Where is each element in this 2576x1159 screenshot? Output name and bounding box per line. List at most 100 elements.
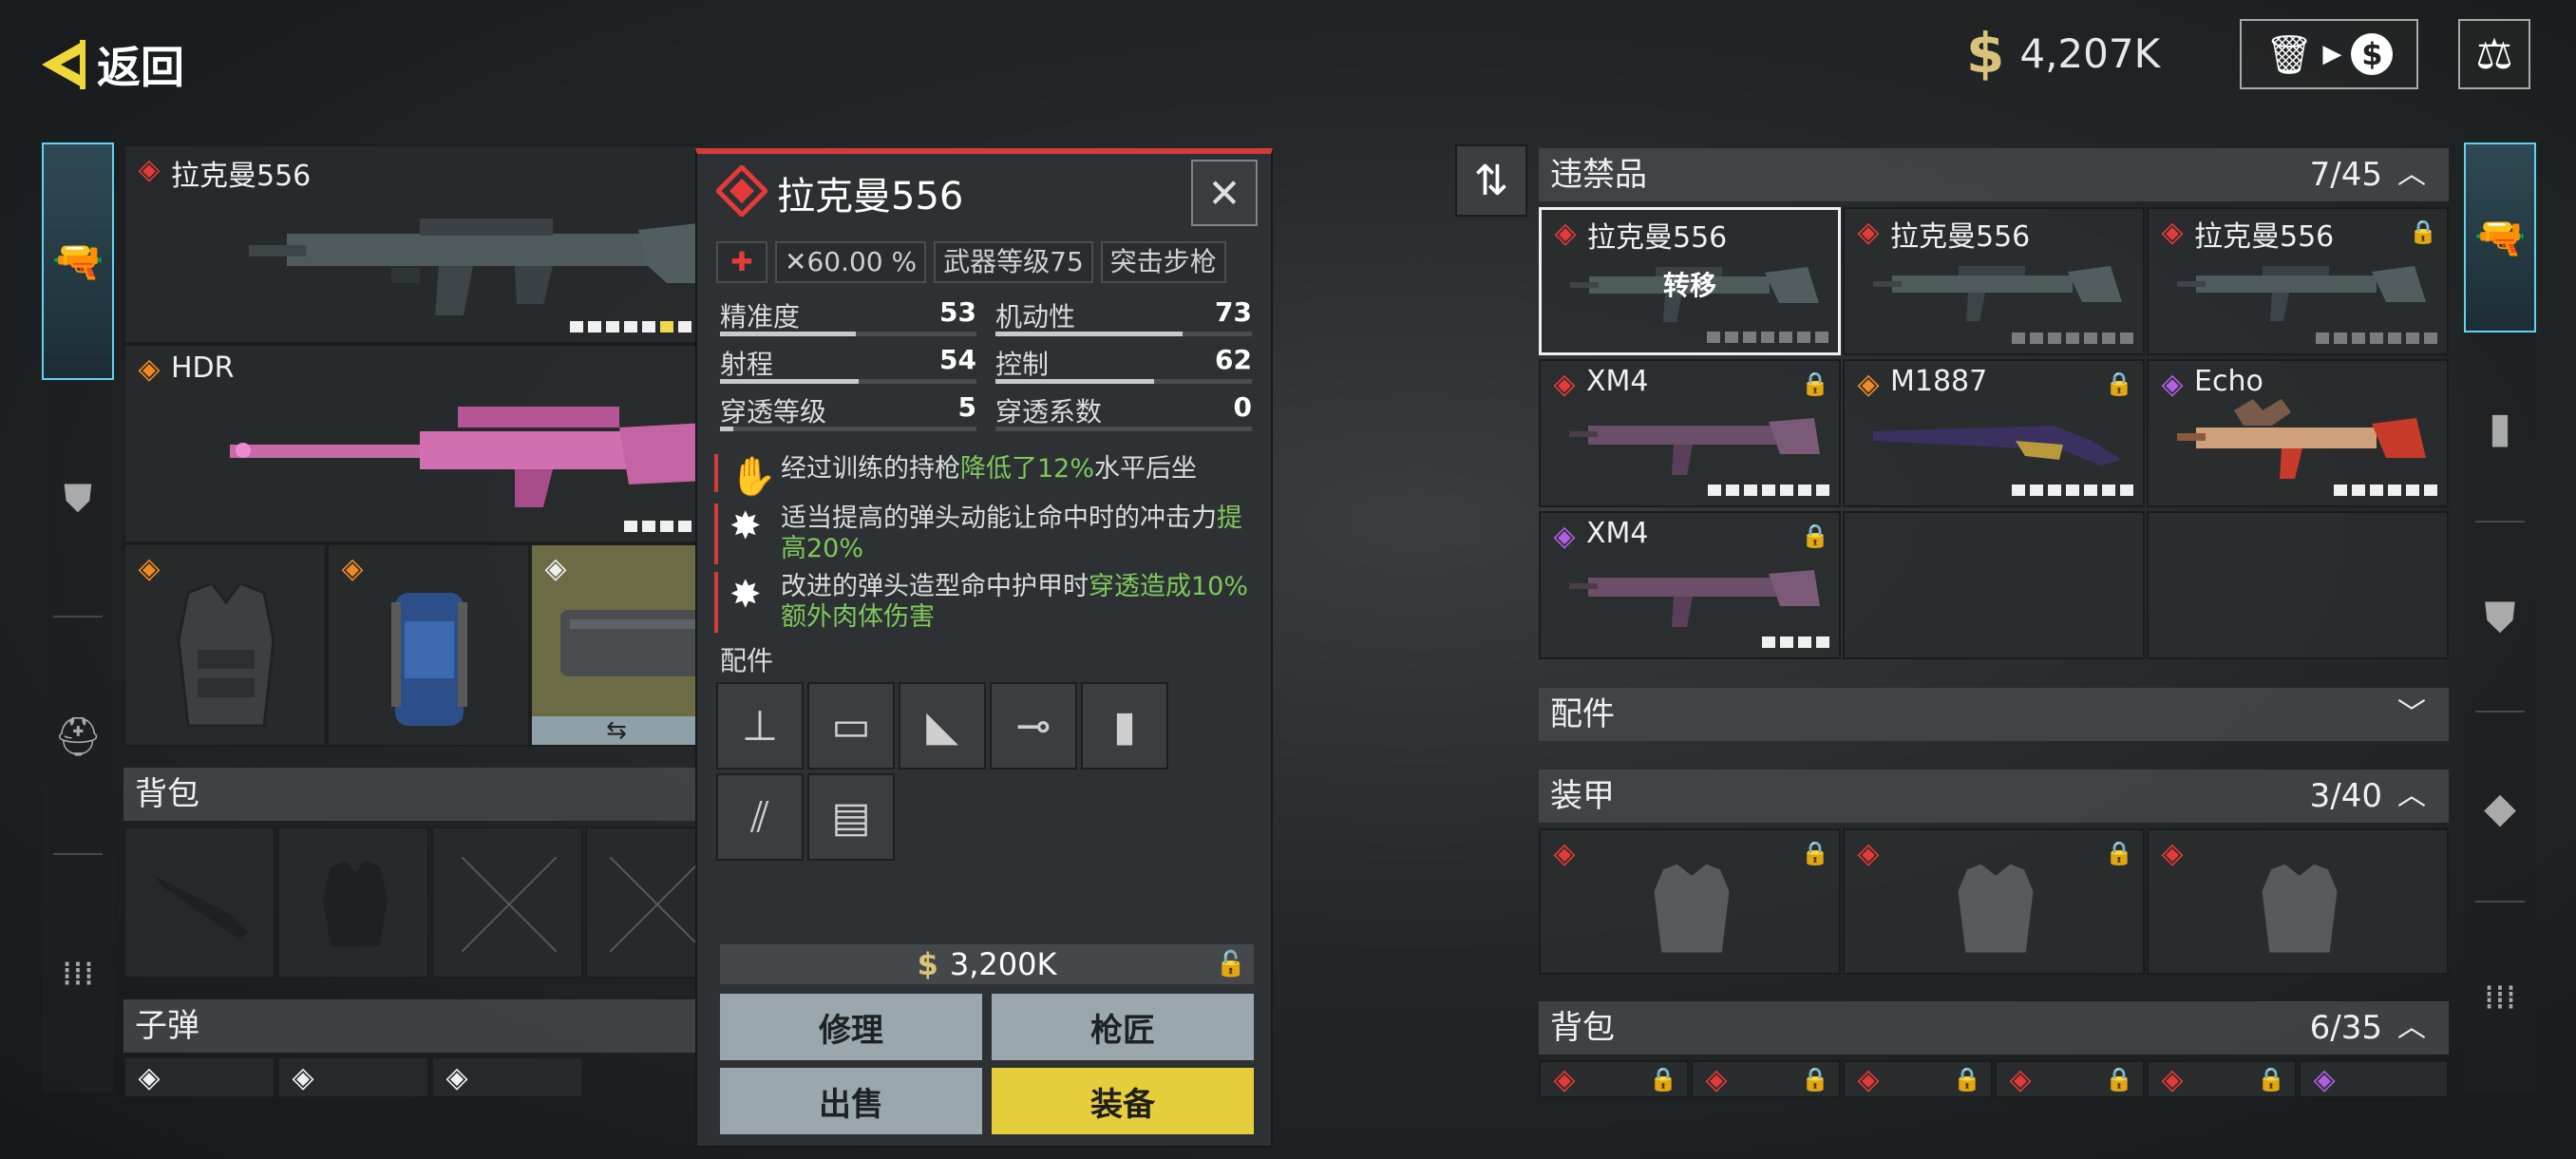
- medkit-icon: ⛑: [53, 714, 103, 759]
- swap-icon[interactable]: ⇆: [532, 716, 701, 745]
- gunsmith-button[interactable]: 枪匠: [992, 994, 1254, 1060]
- stash-item-name: XM4: [1586, 517, 1649, 550]
- stat-bar-fill: [720, 379, 859, 384]
- collapse-button[interactable]: ✕: [1191, 160, 1258, 226]
- case-slot[interactable]: ◈ ⇆: [530, 543, 703, 747]
- backpack-slot[interactable]: ◈: [327, 543, 530, 747]
- armor-item[interactable]: ◈ 🔒: [1843, 828, 2145, 975]
- rarity-red-icon: ◈: [2009, 1063, 2032, 1096]
- stash-backpack-item[interactable]: ◈ 🔒: [2147, 1060, 2297, 1098]
- rarity-white-icon: ◈: [445, 1061, 468, 1094]
- armor-vest-image: [2259, 863, 2340, 956]
- stash-backpack-item[interactable]: ◈ 🔒: [1995, 1060, 2145, 1098]
- rarity-red-icon: ◈: [1857, 1063, 1880, 1096]
- attachment-ammo-box[interactable]: ▤: [807, 773, 895, 861]
- stash-empty-cell[interactable]: [2147, 511, 2449, 659]
- tab-armor[interactable]: ⛊: [42, 380, 114, 618]
- durability-dots: [570, 321, 691, 332]
- backpack-filter-vest[interactable]: [277, 826, 429, 978]
- durability-dots: [2316, 332, 2437, 344]
- equip-button[interactable]: 装备: [992, 1068, 1254, 1134]
- attachment-handle[interactable]: ▮: [1081, 682, 1168, 770]
- ammo-slot[interactable]: ◈: [277, 1056, 429, 1098]
- tab-valuables[interactable]: ◆: [2464, 712, 2536, 902]
- lock-icon[interactable]: 🔒: [2105, 840, 2133, 866]
- stash-backpack-item[interactable]: ◈ 🔒: [1843, 1060, 1993, 1098]
- secondary-weapon-slot[interactable]: ◈ HDR: [123, 344, 703, 543]
- ammo-slot[interactable]: ◈: [123, 1056, 275, 1098]
- rarity-purple-icon: ◈: [2313, 1063, 2336, 1096]
- tab-attachments[interactable]: ▮: [2464, 332, 2536, 522]
- attachment-grip[interactable]: ⊥: [716, 682, 804, 770]
- stash-item[interactable]: ◈ XM4 🔒: [1539, 511, 1841, 659]
- tab-ammo[interactable]: ⁞⁞⁞: [42, 855, 114, 1092]
- backpack-empty-slot[interactable]: [431, 826, 583, 978]
- back-button[interactable]: 返回: [36, 34, 217, 95]
- stash-item[interactable]: ◈ Echo: [2147, 359, 2449, 507]
- tab-armor[interactable]: ⛊: [2464, 522, 2536, 712]
- rarity-purple-icon: ◈: [2161, 368, 2184, 401]
- lock-icon[interactable]: 🔒: [2105, 1066, 2133, 1092]
- armor-section-header[interactable]: 装甲 3/40 ︿: [1539, 770, 2449, 823]
- contraband-section-header[interactable]: 违禁品 7/45 ︿: [1539, 148, 2449, 201]
- attachment-muzzle[interactable]: ▭: [807, 682, 895, 770]
- lock-icon[interactable]: 🔒: [2257, 1066, 2285, 1092]
- sort-button[interactable]: ⇅: [1455, 144, 1527, 217]
- attachment-stock[interactable]: ◣: [899, 682, 986, 770]
- stash-item[interactable]: ◈ 拉克曼556: [1843, 207, 2145, 355]
- vest-slot[interactable]: ◈: [123, 543, 327, 747]
- lock-icon[interactable]: 🔒: [1801, 840, 1829, 866]
- stat-penetration-factor: 穿透系数 0: [995, 388, 1252, 431]
- stash-item-name: 拉克曼556: [1890, 220, 2031, 254]
- stash-item[interactable]: ◈ XM4 🔒: [1539, 359, 1841, 507]
- stash-backpack-item[interactable]: ◈ 🔒: [1691, 1060, 1841, 1098]
- stat-penetration-level: 穿透等级 5: [720, 388, 976, 431]
- tactical-vest-image: [177, 583, 275, 728]
- ammo-section-header[interactable]: 子弹: [123, 999, 703, 1053]
- durability-dots: [624, 521, 691, 532]
- sell-junk-button[interactable]: 🗑 ▶ $: [2240, 19, 2418, 89]
- primary-weapon-slot[interactable]: ◈ 拉克曼556: [123, 144, 703, 344]
- durability-dots: [1708, 484, 1829, 496]
- rifle-image: [2177, 399, 2426, 479]
- stash-item[interactable]: ◈ 拉克曼556 转移: [1539, 207, 1841, 355]
- rifle-image: [1873, 266, 2122, 321]
- tab-bags[interactable]: ⛑: [42, 618, 114, 855]
- vest-icon: ⛊: [64, 477, 92, 521]
- backpack-filter-rifle[interactable]: [123, 826, 275, 978]
- backpack-empty-slot[interactable]: [585, 826, 703, 978]
- stash-item-name: XM4: [1586, 365, 1649, 398]
- lock-icon[interactable]: 🔒: [2105, 370, 2133, 397]
- lock-icon[interactable]: 🔒: [2409, 218, 2437, 245]
- stash-backpack-item[interactable]: ◈ 🔒: [1539, 1060, 1689, 1098]
- rarity-orange-icon: ◈: [138, 352, 161, 386]
- lock-icon[interactable]: 🔒: [1649, 1066, 1677, 1092]
- backpack-section-header[interactable]: 背包: [123, 768, 703, 821]
- lock-icon[interactable]: 🔒: [1801, 1066, 1829, 1092]
- tab-weapons[interactable]: 🔫: [2464, 142, 2536, 332]
- stash-backpack-section-header[interactable]: 背包 6/35 ︿: [1539, 1001, 2449, 1054]
- repair-button[interactable]: 修理: [720, 994, 982, 1060]
- ammo-slot[interactable]: ◈: [431, 1056, 583, 1098]
- attachment-scope[interactable]: ⊸: [990, 682, 1077, 770]
- lock-icon[interactable]: 🔒: [1801, 522, 1829, 549]
- stash-item[interactable]: ◈ M1887 🔒: [1843, 359, 2145, 507]
- sell-button[interactable]: 出售: [720, 1068, 982, 1134]
- lock-icon[interactable]: 🔒: [1801, 370, 1829, 397]
- stash-empty-cell[interactable]: [1843, 511, 2145, 659]
- rarity-red-icon: ◈: [1705, 1063, 1728, 1096]
- armor-item[interactable]: ◈ 🔒: [1539, 828, 1841, 975]
- compare-button[interactable]: ⚖: [2458, 19, 2530, 89]
- stash-item[interactable]: ◈ 拉克曼556 🔒: [2147, 207, 2449, 355]
- lock-icon[interactable]: 🔒: [1953, 1066, 1981, 1092]
- tab-weapons[interactable]: 🔫: [42, 142, 114, 380]
- stash-backpack-item[interactable]: ◈: [2299, 1060, 2449, 1098]
- diamond-icon: ◆: [2484, 783, 2516, 832]
- armor-item[interactable]: ◈: [2147, 828, 2449, 975]
- stat-label: 射程: [720, 349, 774, 380]
- attachment-magazine[interactable]: ⫽: [716, 773, 804, 861]
- stat-value: 0: [1233, 391, 1252, 423]
- attachments-section-header[interactable]: 配件 ﹀: [1539, 688, 2449, 741]
- tab-ammo[interactable]: ⁞⁞⁞: [2464, 902, 2536, 1092]
- stat-bar: [995, 332, 1252, 336]
